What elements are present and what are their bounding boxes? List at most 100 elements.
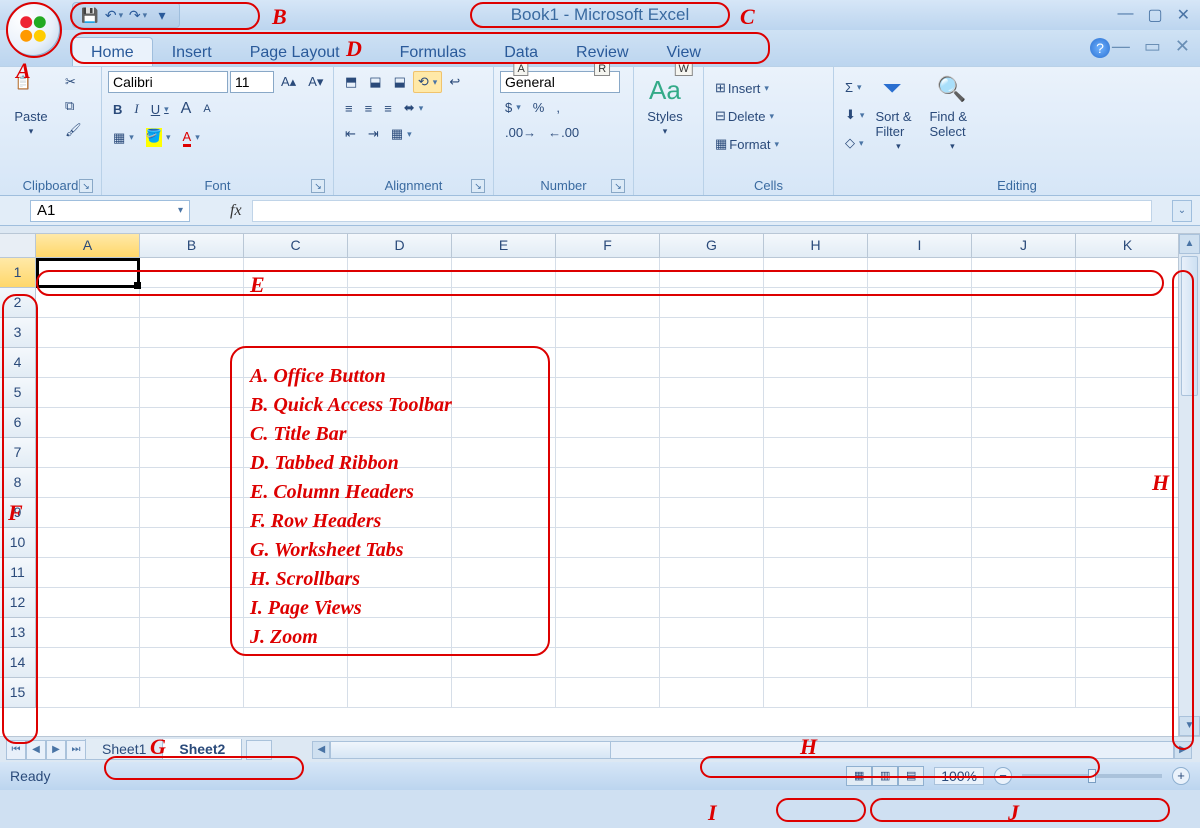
borders-button[interactable]: ▦ bbox=[108, 127, 139, 149]
row-header-1[interactable]: 1 bbox=[0, 258, 36, 288]
cut-button[interactable]: ✂ bbox=[60, 71, 87, 93]
decrease-indent-button[interactable]: ⇤ bbox=[340, 123, 361, 145]
column-header-J[interactable]: J bbox=[972, 234, 1076, 258]
tab-page-layout[interactable]: Page Layout bbox=[231, 37, 359, 66]
zoom-level[interactable]: 100% bbox=[934, 767, 984, 785]
clipboard-launcher[interactable]: ↘ bbox=[79, 179, 93, 193]
next-sheet-button[interactable]: ▶ bbox=[46, 740, 66, 760]
save-icon[interactable]: 💾 bbox=[81, 6, 99, 24]
expand-formula-bar[interactable]: ⌄ bbox=[1172, 200, 1192, 222]
increase-decimal-button[interactable]: .00→ bbox=[500, 122, 541, 143]
find-select-button[interactable]: 🔍 Find & Select▾ bbox=[927, 71, 977, 156]
merge-center-button[interactable]: ▦ bbox=[386, 123, 417, 145]
format-cells-button[interactable]: ▦ Format bbox=[710, 133, 784, 155]
fx-icon[interactable]: fx bbox=[230, 202, 242, 220]
row-header-11[interactable]: 11 bbox=[0, 558, 36, 588]
formula-input[interactable] bbox=[252, 200, 1152, 222]
sort-filter-button[interactable]: ⏷ Sort & Filter▾ bbox=[873, 71, 923, 156]
fill-color-button[interactable]: 🪣 bbox=[141, 125, 176, 150]
column-header-F[interactable]: F bbox=[556, 234, 660, 258]
grow-font-button[interactable]: A▴ bbox=[276, 71, 301, 93]
undo-icon[interactable]: ↶ bbox=[105, 6, 123, 24]
sheet-tab-2[interactable]: Sheet2 bbox=[162, 739, 242, 760]
underline-button[interactable]: U bbox=[146, 99, 174, 120]
orientation-button[interactable]: ⟲ bbox=[413, 71, 442, 93]
column-header-E[interactable]: E bbox=[452, 234, 556, 258]
zoom-slider[interactable] bbox=[1022, 774, 1162, 778]
column-header-A[interactable]: A bbox=[36, 234, 140, 258]
italic-button[interactable]: I bbox=[129, 98, 143, 120]
clear-button[interactable]: ◇ bbox=[840, 132, 869, 154]
vscroll-thumb[interactable] bbox=[1181, 256, 1198, 396]
name-box[interactable]: A1▾ bbox=[30, 200, 190, 222]
ribbon-restore-button[interactable]: ▭ bbox=[1144, 36, 1161, 57]
font-color-button[interactable]: A bbox=[178, 126, 205, 150]
first-sheet-button[interactable]: ⏮ bbox=[6, 740, 26, 760]
row-header-3[interactable]: 3 bbox=[0, 318, 36, 348]
scroll-down-icon[interactable]: ▼ bbox=[1179, 716, 1200, 736]
decrease-font-button[interactable]: A bbox=[198, 100, 215, 118]
delete-cells-button[interactable]: ⊟ Delete bbox=[710, 105, 779, 127]
select-all-button[interactable] bbox=[0, 234, 36, 258]
row-header-9[interactable]: 9 bbox=[0, 498, 36, 528]
align-center-button[interactable]: ≡ bbox=[360, 98, 378, 119]
align-bottom-button[interactable]: ⬓ bbox=[389, 71, 411, 93]
page-layout-view-button[interactable]: ▥ bbox=[872, 766, 898, 786]
format-painter-button[interactable]: 🖌 bbox=[60, 119, 87, 141]
maximize-button[interactable]: ▢ bbox=[1147, 5, 1162, 25]
close-button[interactable]: ✕ bbox=[1177, 5, 1190, 25]
row-header-14[interactable]: 14 bbox=[0, 648, 36, 678]
row-header-7[interactable]: 7 bbox=[0, 438, 36, 468]
row-header-6[interactable]: 6 bbox=[0, 408, 36, 438]
decrease-decimal-button[interactable]: ←.00 bbox=[543, 122, 584, 143]
tab-home[interactable]: Home bbox=[72, 37, 153, 66]
align-right-button[interactable]: ≡ bbox=[379, 98, 397, 119]
sheet-tab-1[interactable]: Sheet1 bbox=[85, 739, 163, 760]
copy-button[interactable]: ⧉ bbox=[60, 95, 87, 117]
column-header-B[interactable]: B bbox=[140, 234, 244, 258]
wrap-text-button[interactable]: ↩ bbox=[444, 71, 465, 93]
page-break-view-button[interactable]: ▤ bbox=[898, 766, 924, 786]
align-left-button[interactable]: ≡ bbox=[340, 98, 358, 119]
new-sheet-button[interactable] bbox=[246, 740, 272, 760]
zoom-out-button[interactable]: − bbox=[994, 767, 1012, 785]
minimize-button[interactable]: — bbox=[1117, 5, 1133, 25]
increase-indent-button[interactable]: ⇥ bbox=[363, 123, 384, 145]
align-middle-button[interactable]: ⬓ bbox=[364, 71, 386, 93]
prev-sheet-button[interactable]: ◀ bbox=[26, 740, 46, 760]
last-sheet-button[interactable]: ⏭ bbox=[66, 740, 86, 760]
horizontal-scrollbar[interactable]: ◀ ▶ bbox=[312, 741, 1192, 759]
tab-review[interactable]: ReviewR bbox=[557, 37, 647, 66]
merge-button[interactable]: ⬌ bbox=[399, 97, 428, 119]
paste-button[interactable]: 📋 Paste▾ bbox=[6, 71, 56, 141]
column-header-C[interactable]: C bbox=[244, 234, 348, 258]
row-header-4[interactable]: 4 bbox=[0, 348, 36, 378]
row-header-15[interactable]: 15 bbox=[0, 678, 36, 708]
styles-button[interactable]: Aa Styles▾ bbox=[640, 71, 690, 141]
scroll-left-icon[interactable]: ◀ bbox=[312, 741, 330, 759]
ribbon-minimize-button[interactable]: — bbox=[1112, 36, 1130, 57]
comma-button[interactable]: , bbox=[551, 97, 565, 118]
tab-data[interactable]: DataA bbox=[485, 37, 557, 66]
ribbon-close-button[interactable]: ✕ bbox=[1175, 36, 1190, 57]
normal-view-button[interactable]: ▦ bbox=[846, 766, 872, 786]
font-name-select[interactable] bbox=[108, 71, 228, 93]
tab-insert[interactable]: Insert bbox=[153, 37, 231, 66]
column-header-G[interactable]: G bbox=[660, 234, 764, 258]
scroll-up-icon[interactable]: ▲ bbox=[1179, 234, 1200, 254]
alignment-launcher[interactable]: ↘ bbox=[471, 179, 485, 193]
office-button[interactable] bbox=[6, 2, 60, 56]
tab-view[interactable]: ViewW bbox=[648, 37, 720, 66]
autosum-button[interactable]: Σ bbox=[840, 77, 869, 98]
row-header-10[interactable]: 10 bbox=[0, 528, 36, 558]
redo-icon[interactable]: ↷ bbox=[129, 6, 147, 24]
cells-area[interactable] bbox=[36, 258, 1178, 736]
row-header-5[interactable]: 5 bbox=[0, 378, 36, 408]
fill-button[interactable]: ⬇ bbox=[840, 104, 869, 126]
currency-button[interactable]: $ bbox=[500, 97, 526, 118]
column-header-K[interactable]: K bbox=[1076, 234, 1180, 258]
hscroll-thumb[interactable] bbox=[331, 742, 611, 758]
column-header-H[interactable]: H bbox=[764, 234, 868, 258]
column-header-D[interactable]: D bbox=[348, 234, 452, 258]
tab-formulas[interactable]: Formulas bbox=[359, 37, 486, 66]
